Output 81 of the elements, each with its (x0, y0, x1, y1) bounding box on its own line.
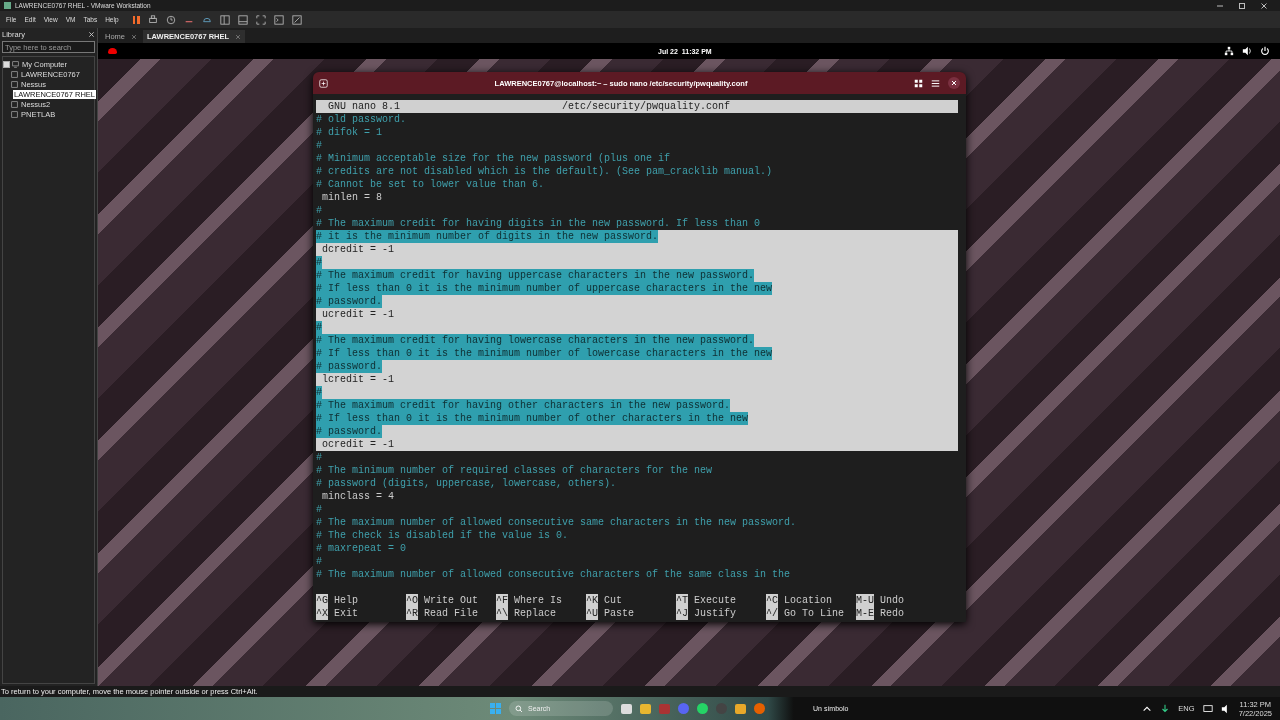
stretch-icon[interactable] (291, 14, 302, 25)
shortcut-key: ^U (586, 607, 598, 620)
shortcut-key: M-E (856, 607, 874, 620)
phone-chat-icon[interactable] (697, 703, 708, 714)
code-line: # Cannot be set to lower value than 6. (316, 178, 546, 191)
code-line: minlen = 8 (321, 191, 383, 204)
hat-logo-icon (108, 48, 117, 54)
shortcut-key: ^T (676, 594, 688, 607)
shortcut-key: ^G (316, 594, 328, 607)
close-icon[interactable] (235, 33, 242, 40)
search-icon (515, 704, 523, 713)
code-line: # (316, 204, 323, 217)
close-button[interactable] (948, 77, 960, 89)
shortcut-label: Justify (694, 607, 737, 620)
collapse-icon[interactable] (3, 60, 10, 68)
shortcut-key: ^X (316, 607, 328, 620)
shortcut-label: Exit (334, 607, 359, 620)
volume-icon[interactable] (1242, 46, 1252, 56)
code-line: # The maximum number of allowed consecutive characters of the same class in the (316, 568, 792, 581)
shortcut-key: ^\ (496, 607, 508, 620)
pause-icon[interactable] (132, 15, 140, 24)
sidebar-view-icon[interactable] (219, 14, 230, 25)
code-line: # (316, 555, 323, 568)
code-line: # The maximum credit for having digits in the new password. If less than 0 (316, 217, 762, 230)
close-icon[interactable] (131, 33, 137, 40)
new-tab-icon[interactable] (319, 78, 328, 88)
shortcut-label: Paste (604, 607, 635, 620)
download-icon[interactable] (1160, 703, 1171, 714)
maximize-button[interactable] (1238, 1, 1246, 10)
code-line: # password (digits, uppercase, lowercase, others). (316, 477, 618, 490)
shortcut-key: ^F (496, 594, 508, 607)
code-line: minclass = 4 (321, 490, 395, 503)
shortcut-key: ^J (676, 607, 688, 620)
file-path: /etc/security/pwquality.conf (562, 101, 731, 112)
task-view-icon[interactable] (621, 703, 632, 714)
version-text: GNU nano 8.1 (328, 101, 400, 112)
shortcut-key: ^/ (766, 607, 778, 620)
shortcut-label: Write Out (424, 594, 479, 607)
code-line: # Minimum acceptable size for the new password (plus one if (316, 152, 672, 165)
printer-icon[interactable] (147, 14, 158, 25)
power-icon[interactable] (1260, 46, 1270, 56)
folder-icon[interactable] (640, 703, 651, 714)
menu-icon[interactable] (931, 78, 940, 88)
grid-icon[interactable] (914, 78, 923, 88)
console-view-icon[interactable] (237, 14, 248, 25)
code-line: # maxrepeat = 0 (316, 542, 407, 555)
shortcut-key: ^R (406, 607, 418, 620)
code-line: # (316, 503, 323, 516)
fullscreen-icon[interactable] (255, 14, 266, 25)
shortcut-label: Cut (604, 594, 623, 607)
shortcut-label: Execute (694, 594, 737, 607)
shortcut-label: Help (334, 594, 359, 607)
shortcut-label: Undo (880, 594, 905, 607)
shortcut-key: ^K (586, 594, 598, 607)
shortcut-label: Replace (514, 607, 557, 620)
code-line: # The maximum number of allowed consecutive same characters in the new password. (316, 516, 798, 529)
terminal-icon[interactable] (273, 14, 284, 25)
shortcut-label: Redo (880, 607, 905, 620)
close-button[interactable] (1260, 1, 1268, 10)
shortcut-key: M-U (856, 594, 874, 607)
code-line: # (316, 451, 323, 464)
code-line: # The check is disabled if the value is 0. (316, 529, 570, 542)
code-line: # credits are not disabled which is the default). (See pam_cracklib manual.) (316, 165, 774, 178)
monitor-icon[interactable] (1202, 703, 1213, 714)
code-line: # The minimum number of required classes of characters for the new (316, 464, 714, 477)
shortcut-key: ^O (406, 594, 418, 607)
code-line: # difok = 1 (316, 126, 383, 139)
code-line: # (316, 139, 323, 152)
shortcut-label: Where Is (514, 594, 563, 607)
app-logo-icon (4, 2, 11, 9)
shortcut-label: Read File (424, 607, 479, 620)
computer-icon (12, 60, 19, 68)
window-app-icon[interactable] (735, 703, 746, 714)
shortcut-label: Location (784, 594, 833, 607)
browser-icon[interactable] (754, 703, 765, 714)
network-icon[interactable] (1224, 46, 1234, 56)
clock-icon[interactable] (165, 14, 176, 25)
code-line: # old password. (316, 113, 407, 126)
shortcut-label: Go To Line (784, 607, 845, 620)
shortcut-key: ^C (766, 594, 778, 607)
close-button[interactable] (88, 31, 95, 38)
